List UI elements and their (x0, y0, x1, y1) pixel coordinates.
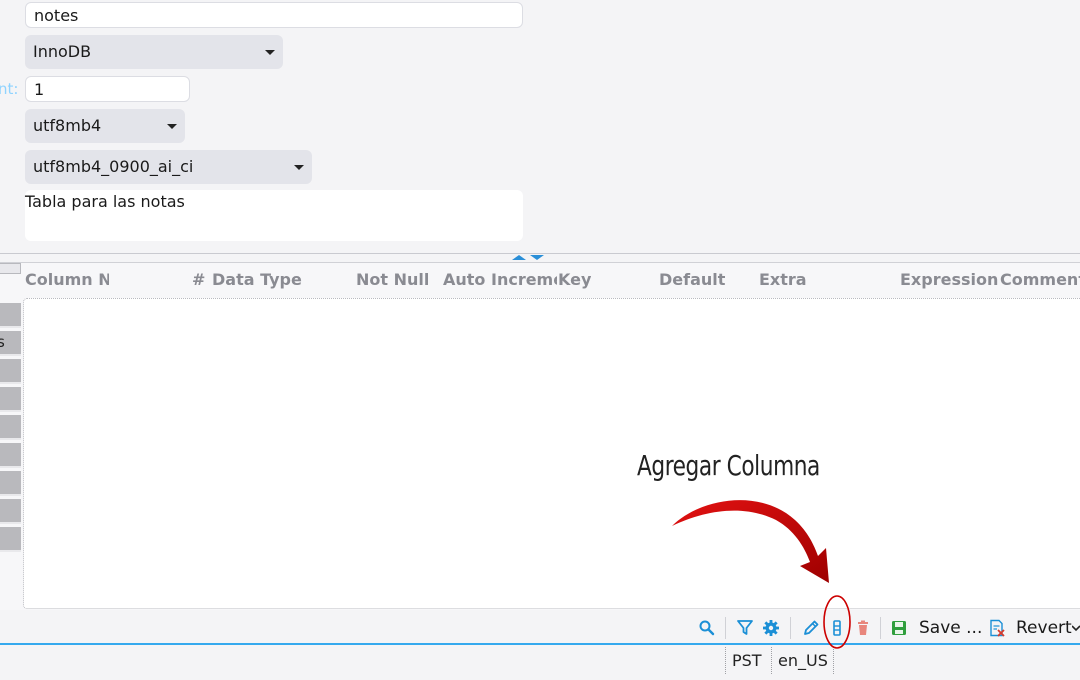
comment-textarea[interactable]: Tabla para las notas (25, 190, 523, 241)
left-strip-item[interactable] (0, 527, 21, 552)
header-not-null[interactable]: Not Null (356, 270, 429, 289)
toolbar-separator (880, 617, 881, 639)
auto-increment-input[interactable]: 1 (25, 76, 190, 102)
comment-text: Tabla para las notas (25, 192, 185, 211)
toolbar-separator (790, 617, 791, 639)
chevron-down-icon (265, 50, 275, 55)
left-strip-item[interactable] (0, 499, 21, 524)
engine-value: InnoDB (33, 42, 92, 61)
chevron-down-icon[interactable] (1072, 619, 1080, 637)
status-timezone: PST (732, 651, 762, 670)
delete-icon[interactable] (854, 619, 872, 637)
revert-icon[interactable] (988, 619, 1006, 637)
status-locale: en_US (778, 651, 828, 670)
gear-icon[interactable] (762, 619, 780, 637)
charset-select[interactable]: utf8mb4 (25, 109, 185, 143)
search-icon[interactable] (698, 619, 716, 637)
status-divider (725, 647, 726, 674)
status-bar (0, 647, 1080, 680)
left-strip-item[interactable] (0, 443, 21, 468)
status-divider (833, 647, 834, 674)
chevron-down-icon (294, 165, 304, 170)
save-button[interactable]: Save ... (919, 618, 982, 638)
header-expression[interactable]: Expression (900, 270, 998, 289)
chevron-down-icon (167, 124, 177, 129)
header-data-type[interactable]: Data Type (212, 270, 302, 289)
save-icon[interactable] (890, 619, 908, 637)
edit-icon[interactable] (802, 619, 820, 637)
annotation-label: Agregar Columna (637, 449, 820, 482)
filter-icon[interactable] (736, 619, 754, 637)
table-name-input[interactable]: notes (25, 2, 523, 28)
toolbar-separator (725, 617, 726, 639)
header-ordinal[interactable]: # (192, 270, 205, 289)
engine-select[interactable]: InnoDB (25, 35, 283, 69)
corner-tab[interactable] (0, 263, 21, 274)
header-auto-increment[interactable]: Auto Incremer (443, 270, 557, 289)
columns-grid[interactable] (23, 298, 1080, 609)
left-strip-item[interactable] (0, 359, 21, 384)
splitter-grip-icon[interactable] (512, 254, 552, 262)
left-strip-item[interactable] (0, 387, 21, 412)
left-strip-item[interactable] (0, 471, 21, 496)
left-strip-item[interactable]: s (0, 331, 21, 356)
collation-select[interactable]: utf8mb4_0900_ai_ci (25, 150, 312, 184)
left-strip-label: s (0, 333, 5, 351)
header-extra[interactable]: Extra (759, 270, 807, 289)
bottom-toolbar (0, 610, 1080, 645)
header-default[interactable]: Default (659, 270, 725, 289)
header-key[interactable]: Key (558, 270, 591, 289)
auto-increment-label: nt: (0, 80, 19, 98)
revert-button[interactable]: Revert (1016, 618, 1072, 638)
collation-value: utf8mb4_0900_ai_ci (33, 157, 194, 176)
header-column-name[interactable]: Column Na (25, 270, 109, 289)
header-comment[interactable]: Comment (1000, 270, 1080, 289)
left-strip-item[interactable] (0, 303, 21, 328)
left-strip-item[interactable] (0, 415, 21, 440)
add-column-icon[interactable] (828, 619, 846, 637)
status-divider (771, 647, 772, 674)
charset-value: utf8mb4 (33, 116, 102, 135)
